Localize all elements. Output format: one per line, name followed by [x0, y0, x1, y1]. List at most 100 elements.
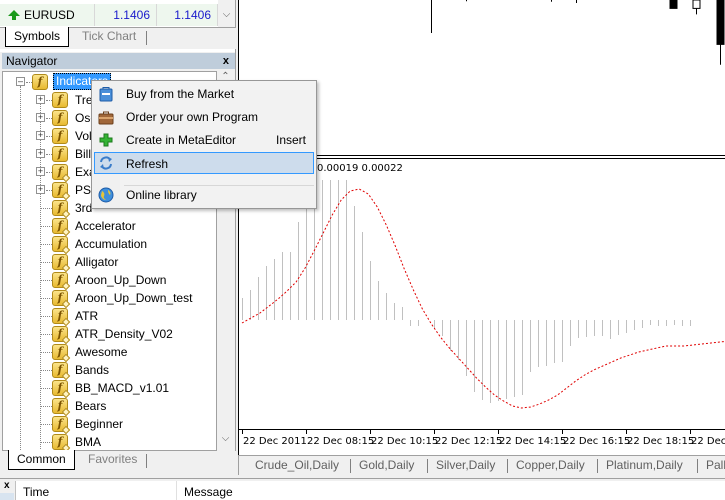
tree-item[interactable]: f Bears	[3, 397, 216, 417]
tree-item[interactable]: f ATR_Density_V02	[3, 325, 216, 345]
chart-tab[interactable]: Platinum,Daily	[606, 456, 683, 475]
expand-icon[interactable]: +	[36, 95, 45, 104]
tree-item[interactable]: f Bands	[3, 361, 216, 381]
column-header-message[interactable]: Message	[177, 481, 477, 500]
tree-connector	[40, 442, 52, 443]
chart-tab[interactable]: Crude_Oil,Daily	[255, 456, 339, 475]
tab-symbols[interactable]: Symbols	[5, 27, 70, 47]
time-label: 22 Dec 08:15	[307, 436, 375, 447]
tree-connector	[40, 334, 52, 335]
candle-body	[669, 0, 678, 9]
candle	[692, 0, 701, 15]
tree-connector	[40, 244, 52, 245]
tree-label: Tre	[75, 93, 93, 107]
function-icon: f	[52, 272, 71, 291]
chart-canvas[interactable]	[239, 0, 725, 455]
function-icon: f	[52, 110, 68, 126]
refresh-icon	[100, 156, 112, 170]
chart-tab[interactable]: Gold,Daily	[359, 456, 414, 475]
time-label: 22 Dec 18:15	[627, 436, 695, 447]
function-icon: f	[52, 92, 68, 108]
expand-icon[interactable]: +	[36, 185, 45, 194]
chart-tab[interactable]: Pall	[706, 456, 725, 475]
tab-separator	[350, 459, 351, 473]
chart-tab[interactable]: Silver,Daily	[436, 456, 495, 475]
tree-label: Vol	[75, 129, 92, 143]
tree-label: Accumulation	[75, 237, 148, 251]
time-label: 22 Dec 10:15	[371, 436, 439, 447]
tree-item[interactable]: f ATR	[3, 307, 216, 327]
tree-item[interactable]: f Accumulation	[3, 235, 216, 255]
close-icon[interactable]: x	[223, 53, 229, 69]
menu-item-refresh[interactable]: Refresh	[94, 152, 314, 174]
function-icon: f	[32, 74, 48, 90]
navigator-header: Navigator x	[2, 53, 235, 69]
menu-item-buy-from-market[interactable]: Buy from the Market	[94, 83, 314, 105]
market-watch-scroll-down[interactable]: ⌵	[218, 0, 235, 28]
chart-window[interactable]: 0.00019 0.00022 22 Dec 2011 22 Dec 08:15 2…	[238, 0, 725, 455]
tree-label: Bill	[75, 147, 92, 161]
tab-separator	[507, 459, 508, 473]
chart-tab[interactable]: Copper,Daily	[516, 456, 585, 475]
symbol-cell[interactable]: EURUSD	[0, 4, 95, 26]
function-icon: f	[52, 308, 71, 327]
function-icon: f	[52, 434, 71, 450]
scroll-down-icon[interactable]: ⌵	[217, 433, 234, 444]
close-icon[interactable]: x	[4, 480, 10, 491]
tab-favorites[interactable]: Favorites	[80, 450, 145, 470]
tab-common[interactable]: Common	[8, 450, 75, 470]
function-icon: f	[52, 326, 71, 345]
briefcase-icon	[98, 111, 114, 125]
candle-body	[716, 0, 725, 45]
tree-label: ATR	[75, 309, 99, 323]
tree-item[interactable]: f BMA	[3, 433, 216, 450]
tab-separator	[146, 31, 147, 45]
menu-label: Buy from the Market	[126, 87, 235, 101]
menu-item-create-in-metaeditor[interactable]: Create in MetaEditor Insert	[94, 129, 314, 151]
expand-icon[interactable]: +	[36, 167, 45, 176]
expand-icon[interactable]: +	[36, 149, 45, 158]
symbol-name: EURUSD	[24, 8, 75, 22]
tree-item[interactable]: f Alligator	[3, 253, 216, 273]
tree-connector	[40, 370, 52, 371]
candle	[669, 0, 678, 9]
tree-item[interactable]: f Aroon_Up_Down_test	[3, 289, 216, 309]
menu-label: Create in MetaEditor	[126, 133, 237, 147]
tree-connector	[40, 262, 52, 263]
function-icon: f	[52, 290, 71, 309]
tree-connector	[40, 406, 52, 407]
market-watch-row[interactable]: EURUSD 1.1406 1.1406	[0, 0, 218, 26]
tree-item[interactable]: f Accelerator	[3, 217, 216, 237]
candle-body	[692, 0, 701, 9]
ask-cell: 1.1406	[157, 4, 218, 26]
expand-icon[interactable]: +	[36, 113, 45, 122]
menu-label: Order your own Program	[126, 110, 259, 124]
tree-item[interactable]: f BB_MACD_v1.01	[3, 379, 216, 399]
tab-separator	[697, 459, 698, 473]
tab-tick-chart[interactable]: Tick Chart	[74, 27, 144, 47]
function-icon: f	[52, 380, 71, 399]
market-watch-tabs: Symbols Tick Chart	[0, 27, 236, 49]
function-icon: f	[52, 200, 71, 219]
column-header-time[interactable]: Time	[16, 481, 177, 500]
toolbox-panel: x Time Message	[0, 478, 725, 500]
tree-item[interactable]: f Aroon_Up_Down	[3, 271, 216, 291]
tree-item[interactable]: f Awesome	[3, 343, 216, 363]
function-icon: f	[52, 236, 71, 255]
collapse-icon[interactable]: –	[16, 77, 25, 86]
green-plus-icon	[99, 133, 113, 147]
tab-separator	[146, 454, 147, 468]
function-icon: f	[52, 344, 71, 363]
market-bag-icon	[99, 87, 113, 102]
tree-label: Aroon_Up_Down_test	[75, 291, 193, 305]
bid-cell: 1.1406	[95, 4, 157, 26]
expand-icon[interactable]: +	[36, 131, 45, 140]
menu-item-online-library[interactable]: Online library	[94, 184, 314, 206]
globe-icon	[98, 187, 114, 203]
menu-item-order-program[interactable]: Order your own Program	[94, 106, 314, 128]
tree-item[interactable]: f Beginner	[3, 415, 216, 435]
chart-tabs-bar: Crude_Oil,Daily Gold,Daily Silver,Daily Cop…	[238, 455, 725, 475]
time-label: 22 Dec 2011	[243, 436, 307, 447]
tab-separator	[427, 459, 428, 473]
time-label: 22 Dec 12:15	[435, 436, 503, 447]
